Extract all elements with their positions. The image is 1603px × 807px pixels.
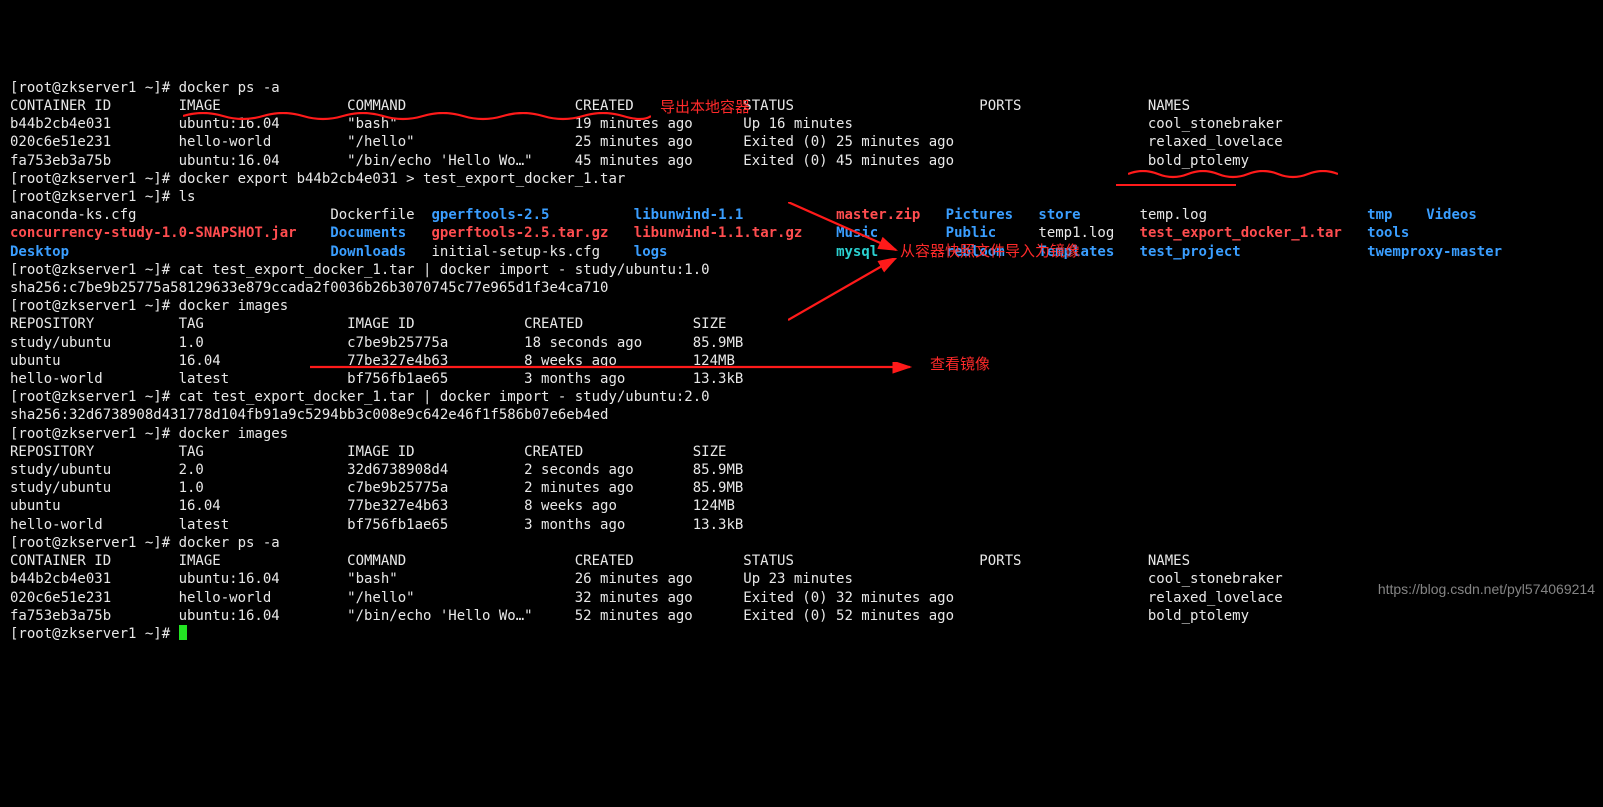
cursor xyxy=(179,625,187,640)
ls-entry: test_export_docker_1.tar xyxy=(1140,225,1342,241)
ls-entry: tmp xyxy=(1367,207,1392,223)
ls-entry: libunwind-1.1 xyxy=(634,207,744,223)
ls-entry: gperftools-2.5.tar.gz xyxy=(431,225,608,241)
ls-entry: test_project xyxy=(1140,244,1241,260)
terminal-output: [root@zkserver1 ~]# docker ps -aCONTAINE… xyxy=(10,79,1593,643)
ls-entry: rebloom xyxy=(946,244,1005,260)
ls-entry: libunwind-1.1.tar.gz xyxy=(634,225,803,241)
ls-entry: Downloads xyxy=(330,244,406,260)
ls-entry: Desktop xyxy=(10,244,69,260)
ls-entry: Public xyxy=(946,225,997,241)
ls-entry: Videos xyxy=(1426,207,1477,223)
ls-entry: Pictures xyxy=(946,207,1013,223)
ls-entry: master.zip xyxy=(836,207,920,223)
ls-entry: twemproxy-master xyxy=(1367,244,1502,260)
ls-entry: store xyxy=(1038,207,1080,223)
ls-entry: anaconda-ks.cfg xyxy=(10,207,136,223)
ls-entry: gperftools-2.5 xyxy=(431,207,549,223)
ls-entry: initial-setup-ks.cfg xyxy=(431,244,600,260)
ls-entry: mysql xyxy=(836,244,878,260)
ls-entry: temp.log xyxy=(1140,207,1207,223)
ls-entry: Music xyxy=(836,225,878,241)
ls-entry: tools xyxy=(1367,225,1409,241)
watermark-text: https://blog.csdn.net/pyl574069214 xyxy=(1378,580,1595,598)
ls-entry: temp1.log xyxy=(1038,225,1114,241)
ls-entry: Documents xyxy=(330,225,406,241)
ls-entry: Templates xyxy=(1038,244,1114,260)
ls-entry: logs xyxy=(634,244,668,260)
ls-entry: concurrency-study-1.0-SNAPSHOT.jar xyxy=(10,225,297,241)
ls-entry: Dockerfile xyxy=(330,207,414,223)
